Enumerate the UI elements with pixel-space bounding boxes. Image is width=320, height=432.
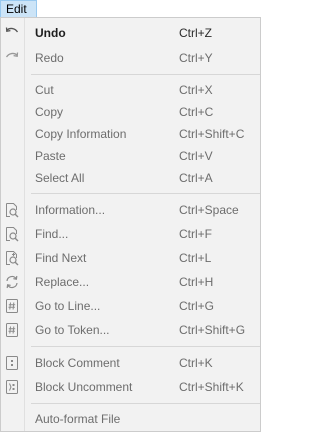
select-all-shortcut: Ctrl+A: [179, 171, 213, 185]
undo-label: Undo: [35, 26, 66, 40]
separator: [31, 193, 260, 194]
paste-shortcut: Ctrl+V: [179, 149, 213, 163]
copy-shortcut: Ctrl+C: [179, 105, 214, 119]
cut-shortcut: Ctrl+X: [179, 83, 213, 97]
find-icon: [4, 226, 20, 242]
menu-item-go-to-line[interactable]: Go to Line... Ctrl+G: [1, 295, 260, 317]
menubar: Edit: [0, 0, 262, 18]
menu-item-copy[interactable]: Copy Ctrl+C: [1, 101, 260, 123]
menu-item-find[interactable]: Find... Ctrl+F: [1, 223, 260, 245]
menu-item-paste[interactable]: Paste Ctrl+V: [1, 145, 260, 167]
go-to-token-shortcut: Ctrl+Shift+G: [179, 323, 246, 337]
block-uncomment-shortcut: Ctrl+Shift+K: [179, 380, 244, 394]
menu-item-find-next[interactable]: Find Next Ctrl+L: [1, 247, 260, 269]
information-shortcut: Ctrl+Space: [179, 203, 239, 217]
menu-item-replace[interactable]: Replace... Ctrl+H: [1, 271, 260, 293]
redo-label: Redo: [35, 51, 64, 65]
select-all-label: Select All: [35, 171, 85, 185]
block-comment-icon: [4, 355, 20, 371]
cut-label: Cut: [35, 83, 54, 97]
separator: [31, 74, 260, 75]
find-next-label: Find Next: [35, 251, 87, 265]
menu-item-auto-format-file[interactable]: Auto-format File: [1, 408, 260, 430]
undo-shortcut: Ctrl+Z: [179, 26, 212, 40]
information-label: Information...: [35, 203, 106, 217]
menu-item-redo[interactable]: Redo Ctrl+Y: [1, 47, 260, 69]
go-to-token-label: Go to Token...: [35, 323, 110, 337]
information-search-icon: [4, 202, 20, 218]
separator: [31, 346, 260, 347]
menu-item-undo[interactable]: Undo Ctrl+Z: [1, 22, 260, 44]
hash-token-icon: [4, 322, 20, 338]
menu-item-cut[interactable]: Cut Ctrl+X: [1, 79, 260, 101]
menu-item-block-comment[interactable]: Block Comment Ctrl+K: [1, 352, 260, 374]
menu-item-select-all[interactable]: Select All Ctrl+A: [1, 167, 260, 189]
menu-item-copy-information[interactable]: Copy Information Ctrl+Shift+C: [1, 123, 260, 145]
paste-label: Paste: [35, 149, 66, 163]
hash-icon: [4, 298, 20, 314]
redo-shortcut: Ctrl+Y: [179, 51, 213, 65]
replace-label: Replace...: [35, 275, 90, 289]
copy-information-label: Copy Information: [35, 127, 127, 141]
menu-item-block-uncomment[interactable]: Block Uncomment Ctrl+Shift+K: [1, 376, 260, 398]
menu-item-go-to-token[interactable]: Go to Token... Ctrl+Shift+G: [1, 319, 260, 341]
edit-menu-dropdown: Undo Ctrl+Z Redo Ctrl+Y Cut Ctrl+X Copy …: [0, 17, 261, 432]
undo-icon: [4, 25, 20, 41]
redo-icon: [4, 50, 20, 66]
block-uncomment-label: Block Uncomment: [35, 380, 133, 394]
menu-edit[interactable]: Edit: [0, 0, 37, 18]
replace-shortcut: Ctrl+H: [179, 275, 214, 289]
block-comment-label: Block Comment: [35, 356, 120, 370]
go-to-line-label: Go to Line...: [35, 299, 101, 313]
separator: [31, 403, 260, 404]
auto-format-file-label: Auto-format File: [35, 412, 121, 426]
copy-information-shortcut: Ctrl+Shift+C: [179, 127, 245, 141]
find-label: Find...: [35, 227, 69, 241]
replace-icon: [4, 274, 20, 290]
copy-label: Copy: [35, 105, 64, 119]
menu-item-information[interactable]: Information... Ctrl+Space: [1, 199, 260, 221]
go-to-line-shortcut: Ctrl+G: [179, 299, 215, 313]
block-uncomment-icon: [4, 379, 20, 395]
find-shortcut: Ctrl+F: [179, 227, 212, 241]
block-comment-shortcut: Ctrl+K: [179, 356, 213, 370]
find-next-icon: [4, 250, 20, 266]
find-next-shortcut: Ctrl+L: [179, 251, 212, 265]
